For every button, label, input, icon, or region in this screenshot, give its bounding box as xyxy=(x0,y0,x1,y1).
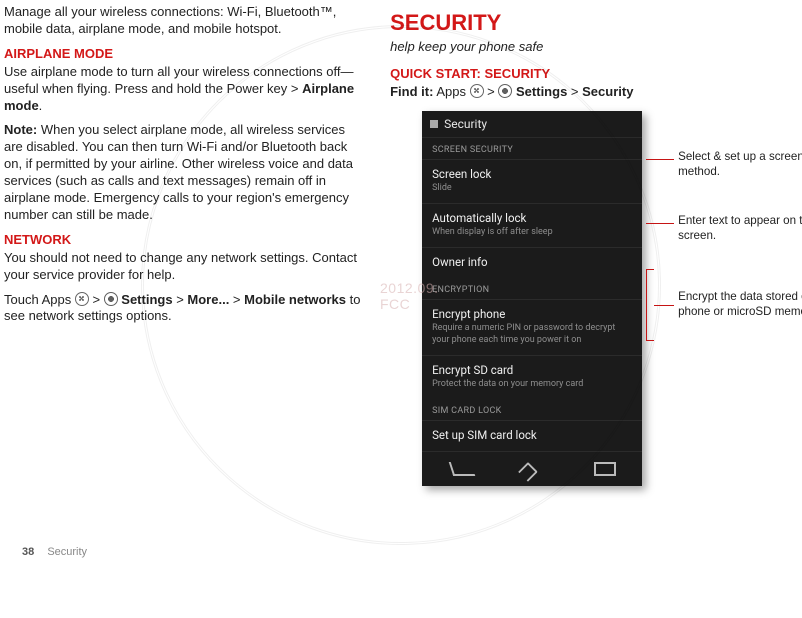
section-screen-security: SCREEN SECURITY xyxy=(422,138,642,159)
nav-recent-icon[interactable] xyxy=(594,462,616,476)
row-subtitle: Require a numeric PIN or password to dec… xyxy=(432,323,632,346)
phone-mockup: Security SCREEN SECURITY Screen lock Sli… xyxy=(422,111,642,486)
left-column: Manage all your wireless connections: Wi… xyxy=(4,4,362,486)
phone-title: Security xyxy=(444,117,487,131)
row-owner-info[interactable]: Owner info xyxy=(422,247,642,278)
network-paragraph-1: You should not need to change any networ… xyxy=(4,250,362,284)
callout-line xyxy=(654,305,674,306)
footer-section: Security xyxy=(47,546,87,558)
row-screen-lock[interactable]: Screen lock Slide xyxy=(422,159,642,203)
row-title: Encrypt phone xyxy=(432,307,632,321)
callout-bracket xyxy=(646,269,654,341)
page-body: Manage all your wireless connections: Wi… xyxy=(0,0,802,486)
annotation-encryption: Encrypt the data stored on your phone or… xyxy=(678,289,802,319)
phone-navbar xyxy=(422,451,642,486)
phone-illustration-wrap: Security SCREEN SECURITY Screen lock Sli… xyxy=(390,111,784,486)
phone-titlebar: Security xyxy=(422,111,642,138)
apps-icon xyxy=(75,292,89,306)
annotation-owner-info: Enter text to appear on the lock screen. xyxy=(678,213,802,243)
row-subtitle: When display is off after sleep xyxy=(432,227,632,238)
heading-airplane-mode: AIRPLANE MODE xyxy=(4,46,362,61)
callout-line xyxy=(646,223,674,224)
apps-icon xyxy=(470,84,484,98)
annotation-column: Select & set up a screen lock method. En… xyxy=(652,111,784,486)
row-subtitle: Protect the data on your memory card xyxy=(432,379,632,390)
gear-icon xyxy=(498,84,512,98)
find-it-line: Find it: Apps > Settings > Security xyxy=(390,84,784,101)
heading-network: NETWORK xyxy=(4,232,362,247)
nav-back-icon[interactable] xyxy=(448,462,470,476)
section-sim-lock: SIM CARD LOCK xyxy=(422,399,642,420)
section-encryption: ENCRYPTION xyxy=(422,278,642,299)
back-icon[interactable] xyxy=(430,120,438,128)
page-number: 38 xyxy=(22,546,34,558)
row-title: Encrypt SD card xyxy=(432,363,632,377)
row-sim-lock[interactable]: Set up SIM card lock xyxy=(422,420,642,451)
callout-line xyxy=(646,159,674,160)
annotation-screen-lock: Select & set up a screen lock method. xyxy=(678,149,802,179)
security-subtitle: help keep your phone safe xyxy=(390,39,784,56)
row-title: Screen lock xyxy=(432,167,632,181)
row-title: Owner info xyxy=(432,255,632,269)
row-encrypt-phone[interactable]: Encrypt phone Require a numeric PIN or p… xyxy=(422,299,642,355)
intro-paragraph: Manage all your wireless connections: Wi… xyxy=(4,4,362,38)
heading-security: SECURITY xyxy=(390,10,784,36)
airplane-paragraph: Use airplane mode to turn all your wirel… xyxy=(4,64,362,115)
right-column: SECURITY help keep your phone safe QUICK… xyxy=(390,4,784,486)
row-title: Set up SIM card lock xyxy=(432,428,632,442)
row-title: Automatically lock xyxy=(432,211,632,225)
nav-home-icon[interactable] xyxy=(521,462,543,476)
network-paragraph-2: Touch Apps > Settings > More... > Mobile… xyxy=(4,292,362,326)
heading-quick-start: QUICK START: SECURITY xyxy=(390,66,784,81)
page-footer: 38 Security xyxy=(22,546,87,558)
gear-icon xyxy=(104,292,118,306)
row-encrypt-sd[interactable]: Encrypt SD card Protect the data on your… xyxy=(422,355,642,399)
note-paragraph: Note: When you select airplane mode, all… xyxy=(4,122,362,223)
row-auto-lock[interactable]: Automatically lock When display is off a… xyxy=(422,203,642,247)
row-subtitle: Slide xyxy=(432,183,632,194)
